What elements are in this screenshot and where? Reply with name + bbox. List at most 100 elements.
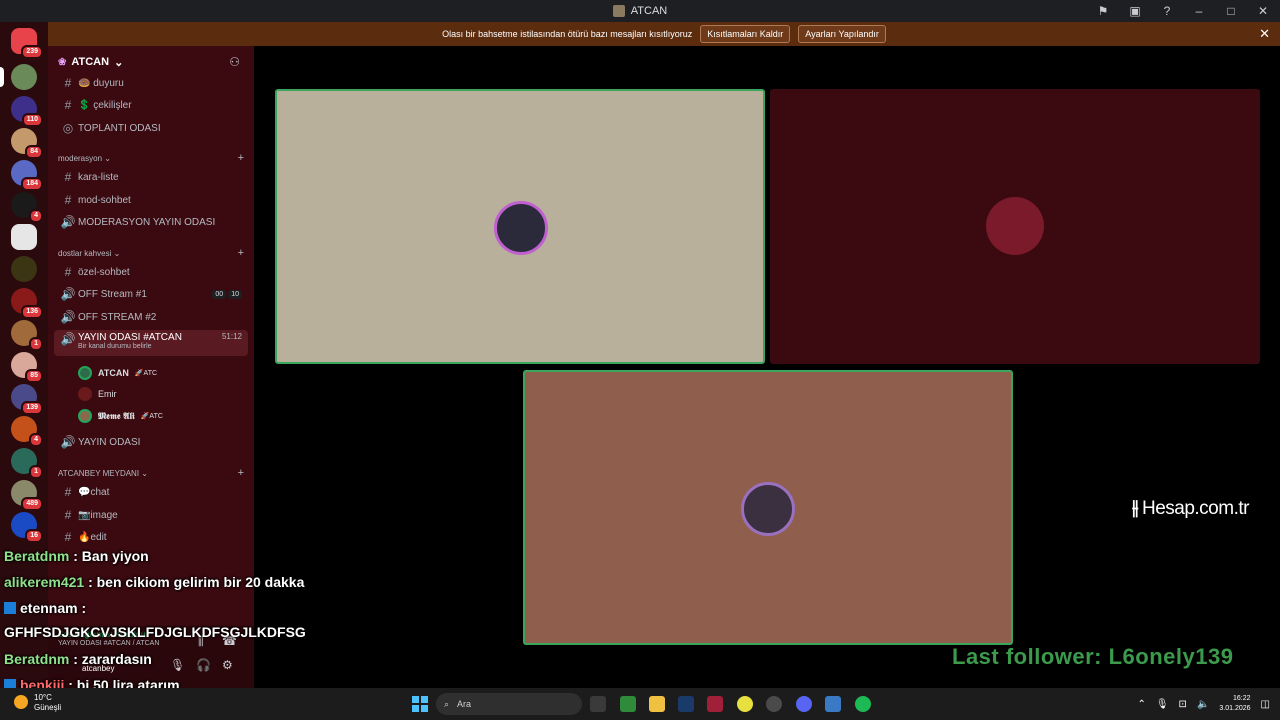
channel-item[interactable]: # 🍩 duyuru [54, 72, 248, 94]
voice-user[interactable]: Emir [78, 385, 117, 403]
server-badge: 1 [29, 337, 43, 351]
category-dostlar[interactable]: dostlar kahvesi ⌄ + [58, 247, 244, 259]
server-icon[interactable]: 16 [11, 512, 43, 543]
active-voice-channel[interactable]: 🔊 YAYIN ODASI #ATCAN 51:12 Bir kanal dur… [54, 330, 248, 356]
server-icon[interactable]: 1 [11, 448, 43, 479]
server-icon[interactable]: 136 [11, 288, 43, 319]
invite-people-icon[interactable]: ⚇ [229, 55, 240, 69]
voice-user-tag: 🚀ATC [134, 370, 158, 377]
server-header[interactable]: ❀ ATCAN ⌄ [58, 54, 123, 70]
last-follower: Last follower: L6onely139 [952, 644, 1234, 669]
hash-icon: # [64, 170, 72, 184]
chat-line: Beratdnm : zarardasın [4, 651, 152, 667]
channel-item[interactable]: 🔊 OFF STREAM #2 [54, 306, 248, 328]
valorant-icon[interactable] [707, 696, 723, 712]
maximize-icon[interactable]: □ [1222, 4, 1240, 18]
voice-connection-detail[interactable]: YAYIN ODASI #ATCAN / ATCAN [58, 640, 159, 647]
start-button[interactable] [412, 696, 428, 712]
volume-icon[interactable]: 🔈 [1197, 699, 1209, 710]
channel-item[interactable]: 🔊 OFF Stream #1 00 10 [54, 283, 248, 305]
help-icon[interactable]: ? [1158, 4, 1176, 18]
close-icon[interactable]: ✕ [1259, 26, 1270, 42]
folder-icon[interactable] [649, 696, 665, 712]
taskbar-search[interactable]: ⌕ Ara [436, 693, 582, 715]
channel-label: 💬chat [78, 486, 110, 498]
channel-item[interactable]: ◎ TOPLANTI ODASI [54, 117, 248, 139]
channel-label: YAYIN ODASI [78, 436, 141, 448]
inbox-icon[interactable]: ▣ [1126, 4, 1144, 18]
clock[interactable]: 16:22 3.01.2026 [1219, 694, 1250, 714]
minimize-icon[interactable]: – [1190, 4, 1208, 18]
channel-item[interactable]: # özel-sohbet [54, 261, 248, 283]
flag-icon[interactable]: ⚑ [1094, 4, 1112, 18]
video-tile-emir[interactable] [770, 89, 1260, 364]
notification-icon[interactable]: ◫ [1261, 699, 1270, 710]
weather-widget[interactable]: 10°C Güneşli [14, 693, 61, 713]
channel-label: OFF Stream #1 [78, 288, 147, 300]
channel-item[interactable]: 🔊 YAYIN ODASI [54, 431, 248, 453]
music-server-icon[interactable] [11, 224, 37, 250]
server-badge: 489 [21, 497, 43, 511]
video-tile-meme-ali[interactable] [523, 370, 1013, 645]
channel-item[interactable]: 🔊 MODERASYON YAYIN ODASI [54, 211, 248, 233]
server-icon[interactable]: 489 [11, 480, 43, 511]
add-channel-icon[interactable]: + [238, 152, 244, 164]
channel-item[interactable]: # kara-liste [54, 166, 248, 188]
server-icon[interactable]: 110 [11, 96, 43, 127]
sun-icon [14, 695, 28, 709]
chevron-up-icon[interactable]: ⌃ [1137, 699, 1145, 710]
app-icon[interactable] [825, 696, 841, 712]
server-icon[interactable]: 84 [11, 128, 43, 159]
remove-restrictions-button[interactable]: Kısıtlamaları Kaldır [700, 25, 791, 43]
category-atcanbey[interactable]: ATCANBEY MEYDANI ⌄ + [58, 467, 244, 479]
add-channel-icon[interactable]: + [238, 247, 244, 259]
channel-item[interactable]: # 💬chat [54, 481, 248, 503]
channel-item[interactable]: # 💲 çekilişler [54, 94, 248, 116]
voice-user[interactable]: 𝕸𝖊𝖒𝖊 𝕬𝖑𝖎 🚀ATC [78, 407, 163, 425]
home-badge: 239 [21, 45, 43, 59]
home-server-icon[interactable]: 239 [11, 28, 43, 59]
gear-icon[interactable]: ⚙ [222, 658, 233, 672]
server-icon[interactable]: 85 [11, 352, 43, 383]
taskbar: 10°C Güneşli ⌕ Ara ⌃ 🎙 ⊡ 🔈 16:22 3.01.20… [0, 688, 1280, 720]
server-icon[interactable]: 184 [11, 160, 43, 191]
server-icon[interactable] [0, 64, 37, 90]
microphone-icon[interactable]: 🎙 [170, 658, 185, 672]
steam-icon[interactable] [678, 696, 694, 712]
headphones-icon[interactable]: 🎧 [196, 658, 211, 672]
server-icon[interactable]: 4 [11, 416, 43, 447]
close-icon[interactable]: ✕ [1254, 4, 1272, 18]
channel-label: 🔥edit [78, 531, 107, 543]
add-channel-icon[interactable]: + [238, 467, 244, 479]
channel-status[interactable]: Bir kanal durumu belirle [78, 343, 152, 350]
channel-item[interactable]: # 📷image [54, 504, 248, 526]
window-titlebar: ATCAN ⚑ ▣ ? – □ ✕ [0, 0, 1280, 22]
server-icon[interactable]: 1 [11, 320, 43, 351]
channel-label: 💲 çekilişler [78, 99, 132, 111]
obs-icon[interactable] [766, 696, 782, 712]
server-icon[interactable] [11, 256, 37, 282]
server-badge: 4 [29, 209, 43, 223]
category-moderasyon[interactable]: moderasyon ⌄ + [58, 152, 244, 164]
channel-item[interactable]: # 🔥edit [54, 526, 248, 548]
chat-message: : [77, 600, 87, 616]
spotify-icon[interactable] [855, 696, 871, 712]
voice-user[interactable]: ATCAN 🚀ATC [78, 364, 157, 382]
server-icon[interactable]: 4 [11, 192, 43, 223]
chrome-icon[interactable] [737, 696, 753, 712]
titlebar-controls: ⚑ ▣ ? – □ ✕ [1094, 0, 1272, 22]
minecraft-icon[interactable] [620, 696, 636, 712]
microphone-icon[interactable]: 🎙 [1156, 699, 1169, 710]
network-icon[interactable]: ⊡ [1179, 699, 1187, 710]
configure-settings-button[interactable]: Ayarları Yapılandır [798, 25, 886, 43]
server-icon[interactable]: 139 [11, 384, 43, 415]
chat-line: etennam : [4, 600, 86, 616]
chat-user: Beratdnm [4, 548, 70, 564]
task-view-icon[interactable] [590, 696, 606, 712]
voice-user-name: Emir [98, 389, 117, 399]
watermark: ⫲ Hesap.com.tr [1132, 497, 1249, 520]
channel-item[interactable]: # mod-sohbet [54, 189, 248, 211]
server-badge: 16 [25, 529, 43, 543]
discord-icon[interactable] [796, 696, 812, 712]
video-tile-atcan[interactable] [275, 89, 765, 364]
